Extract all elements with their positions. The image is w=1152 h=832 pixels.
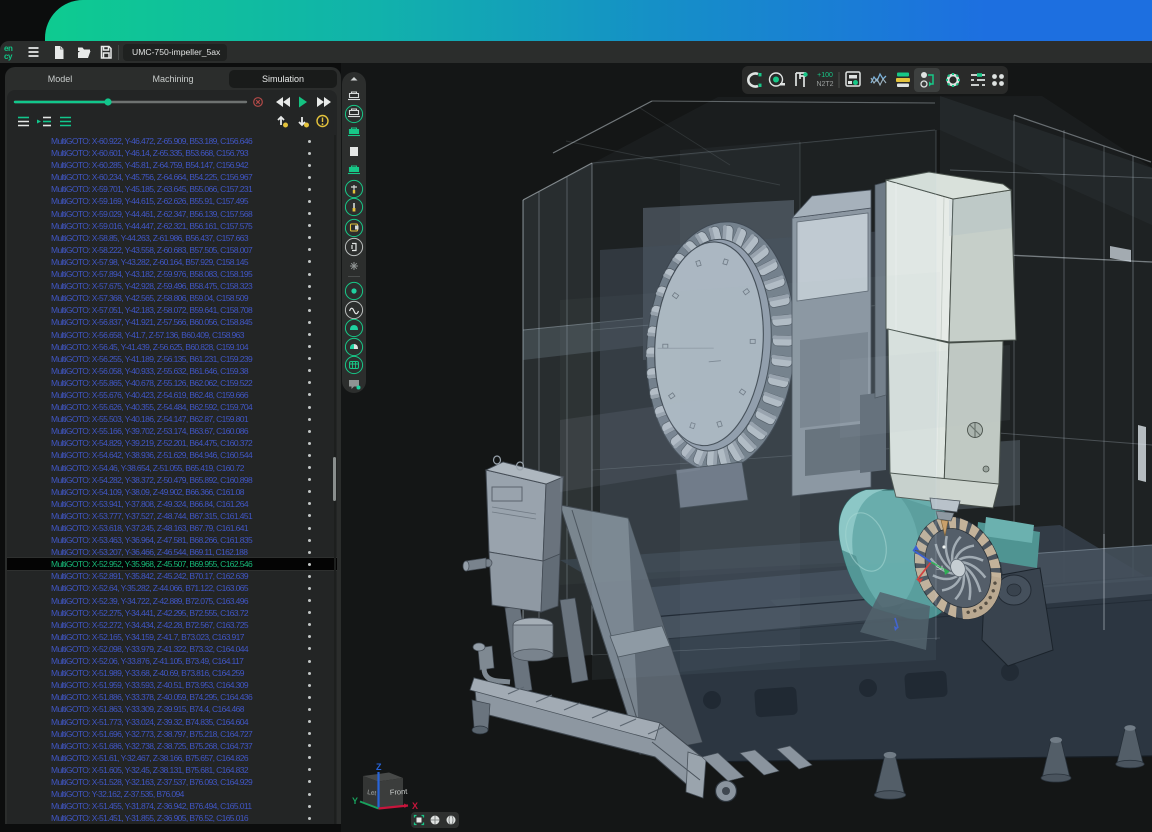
svg-text:cy: cy <box>4 52 13 61</box>
svg-text:N2T2: N2T2 <box>816 81 833 88</box>
svg-text:SA: SA <box>936 566 944 572</box>
svg-text:Front: Front <box>390 787 409 797</box>
svg-text:Y: Y <box>352 796 358 806</box>
svg-text:X: X <box>412 801 418 811</box>
svg-text:Z: Z <box>376 762 382 772</box>
svg-text:+100: +100 <box>817 72 833 79</box>
svg-text:Let: Let <box>367 789 377 797</box>
